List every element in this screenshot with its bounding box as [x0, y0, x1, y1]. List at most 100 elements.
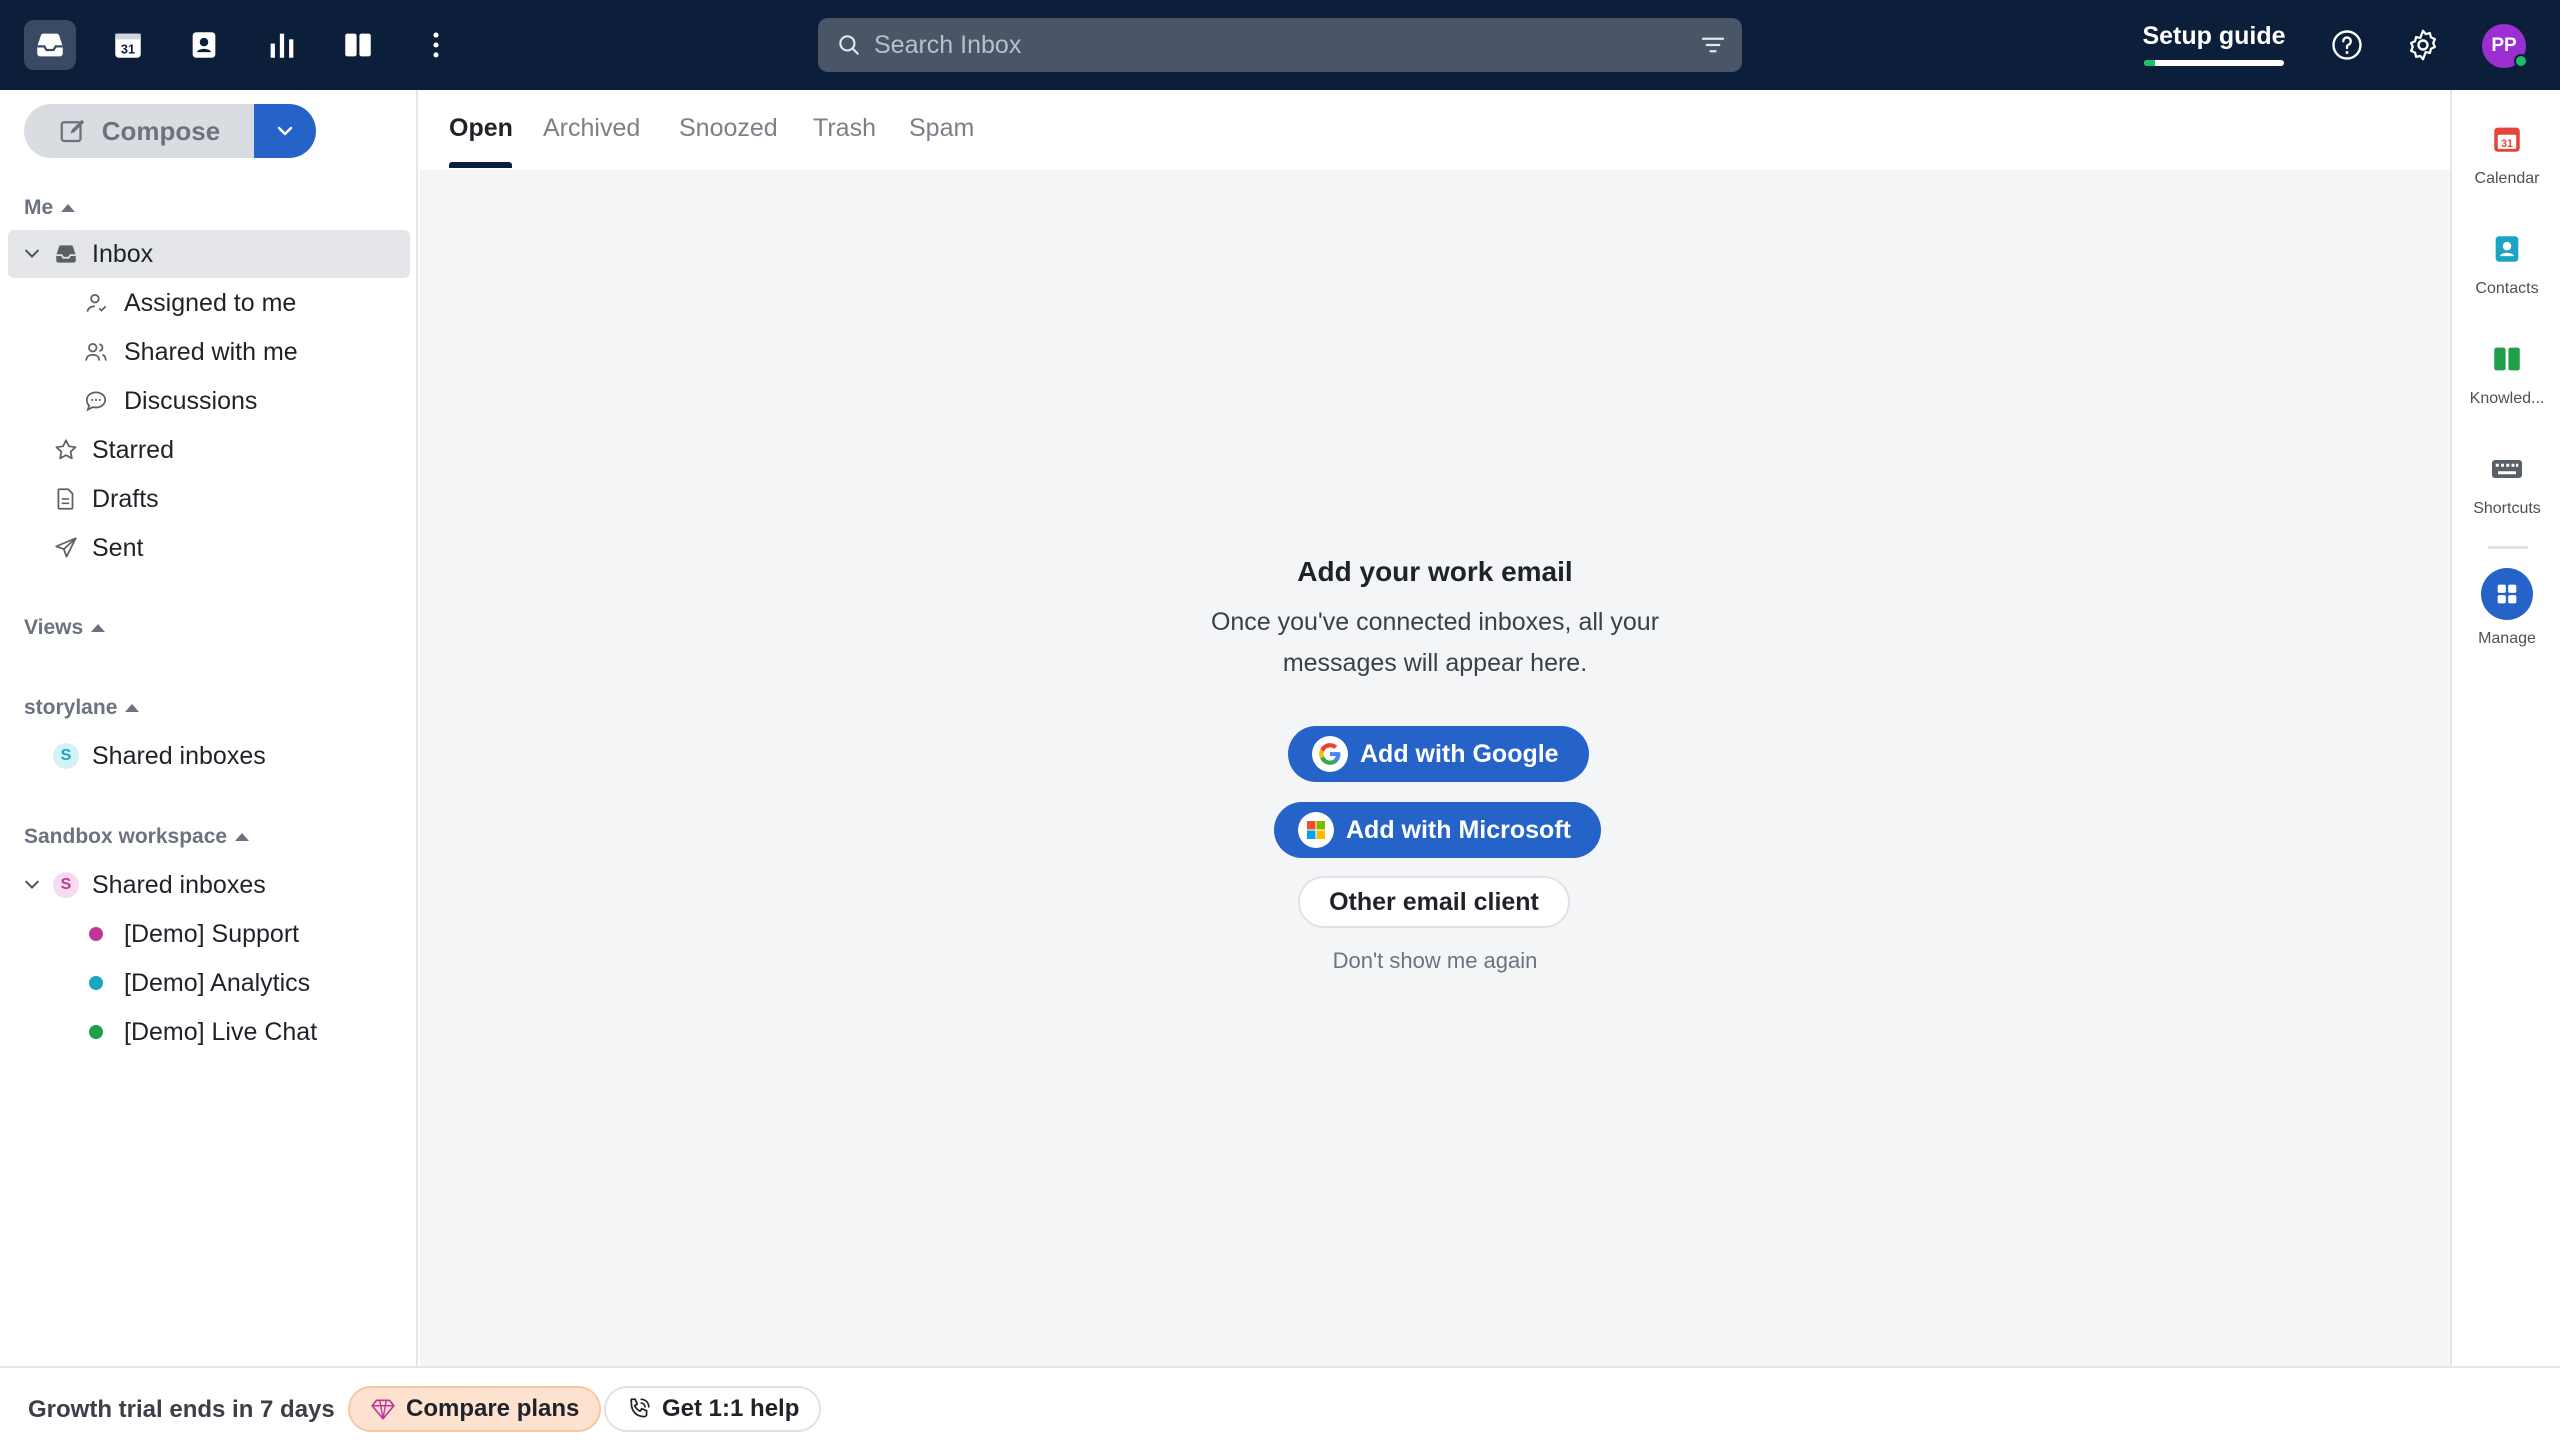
- setup-guide-progress-fill: [2144, 60, 2156, 66]
- sidebar-item-demo-analytics[interactable]: [Demo] Analytics: [8, 959, 410, 1007]
- sidebar-item-demo-live-chat[interactable]: [Demo] Live Chat: [8, 1008, 410, 1056]
- sidebar-item-assigned-to-me[interactable]: Assigned to me: [8, 279, 410, 327]
- sidebar-item-inbox[interactable]: Inbox: [8, 230, 410, 278]
- calendar-icon: 31: [2488, 120, 2526, 158]
- setup-guide-link[interactable]: Setup guide: [2142, 22, 2286, 51]
- caret-up-icon: [235, 833, 250, 841]
- compose-options-button[interactable]: [254, 104, 316, 158]
- mail-tabs: Open Archived Snoozed Trash Spam: [420, 90, 2450, 170]
- section-storylane[interactable]: storylane: [24, 696, 140, 720]
- compare-plans-label: Compare plans: [406, 1395, 580, 1422]
- analytics-app-button[interactable]: [256, 20, 308, 70]
- rail-contacts-label: Contacts: [2475, 280, 2539, 297]
- chevron-down-icon[interactable]: [22, 244, 42, 264]
- more-apps-button[interactable]: [410, 20, 462, 70]
- workspace-badge-icon: S: [52, 742, 80, 770]
- add-with-microsoft-label: Add with Microsoft: [1346, 815, 1571, 844]
- section-me[interactable]: Me: [24, 196, 76, 220]
- help-icon: [2332, 30, 2362, 60]
- contacts-app-button[interactable]: [178, 20, 230, 70]
- workspace-badge-icon: S: [52, 871, 80, 899]
- tab-spam[interactable]: Spam: [909, 114, 974, 143]
- rail-calendar-label: Calendar: [2474, 170, 2540, 187]
- chevron-down-icon[interactable]: [22, 875, 42, 895]
- tab-open[interactable]: Open: [449, 114, 513, 143]
- rail-knowledge-button[interactable]: Knowled...: [2452, 332, 2560, 422]
- other-email-client-button[interactable]: Other email client: [1298, 876, 1570, 928]
- inbox-color-dot: [82, 920, 110, 948]
- calendar-app-date: 31: [121, 42, 135, 57]
- tab-archived[interactable]: Archived: [543, 114, 640, 143]
- empty-state-title: Add your work email: [1297, 556, 1573, 587]
- rail-contacts-button[interactable]: Contacts: [2452, 222, 2560, 312]
- sidebar-item-starred[interactable]: Starred: [8, 426, 410, 474]
- rail-manage-label: Manage: [2478, 630, 2536, 647]
- compose-label: Compose: [101, 115, 221, 146]
- inbox-app-button[interactable]: [24, 20, 76, 70]
- get-help-button[interactable]: Get 1:1 help: [604, 1386, 822, 1432]
- section-storylane-label: storylane: [24, 696, 118, 719]
- sidebar-item-demo-support[interactable]: [Demo] Support: [8, 910, 410, 958]
- diamond-icon: [371, 1399, 395, 1420]
- keyboard-icon: [2488, 450, 2526, 488]
- add-with-microsoft-button[interactable]: Add with Microsoft: [1274, 802, 1601, 858]
- inbox-color-dot: [82, 969, 110, 997]
- compare-plans-button[interactable]: Compare plans: [348, 1386, 602, 1432]
- tab-snoozed[interactable]: Snoozed: [679, 114, 778, 143]
- caret-up-icon: [61, 204, 76, 212]
- add-with-google-label: Add with Google: [1360, 739, 1559, 768]
- document-icon: [52, 485, 80, 513]
- sidebar-item-label: Starred: [92, 435, 174, 464]
- rail-calendar-button[interactable]: 31 Calendar: [2452, 112, 2560, 202]
- knowledge-app-button[interactable]: [332, 20, 384, 70]
- rail-divider: [2488, 546, 2528, 549]
- search-icon: [839, 35, 859, 55]
- section-me-label: Me: [24, 196, 54, 219]
- inbox-color-dot: [82, 1018, 110, 1046]
- sidebar-item-discussions[interactable]: Discussions: [8, 377, 410, 425]
- compose-icon: [60, 119, 85, 143]
- chevron-down-icon: [277, 126, 293, 136]
- search-input[interactable]: [874, 30, 1654, 60]
- sidebar-item-storylane-shared-inboxes[interactable]: S Shared inboxes: [8, 732, 410, 780]
- search-bar[interactable]: [818, 18, 1742, 72]
- sidebar-item-drafts[interactable]: Drafts: [8, 475, 410, 523]
- calendar-icon: 31: [115, 33, 141, 58]
- microsoft-icon: [1298, 812, 1334, 848]
- calendar-app-button[interactable]: 31: [102, 20, 154, 70]
- online-status-dot: [2514, 54, 2528, 68]
- google-icon: [1312, 736, 1348, 772]
- sidebar-item-label: Shared inboxes: [92, 870, 266, 899]
- help-button[interactable]: [2324, 22, 2370, 68]
- setup-guide-progress: [2144, 60, 2284, 66]
- rail-manage-button[interactable]: Manage: [2452, 568, 2560, 658]
- section-sandbox-label: Sandbox workspace: [24, 825, 228, 848]
- section-sandbox-workspace[interactable]: Sandbox workspace: [24, 825, 250, 849]
- active-tab-indicator: [449, 162, 512, 168]
- get-help-label: Get 1:1 help: [662, 1395, 800, 1422]
- gear-icon: [2410, 29, 2436, 61]
- compose-button[interactable]: Compose: [24, 104, 254, 158]
- settings-button[interactable]: [2400, 22, 2446, 68]
- top-bar: 31 Setup guide PP: [0, 0, 2560, 90]
- sidebar-item-label: [Demo] Live Chat: [124, 1017, 318, 1046]
- section-views[interactable]: Views: [24, 616, 106, 640]
- rail-shortcuts-button[interactable]: Shortcuts: [2452, 442, 2560, 532]
- add-with-google-button[interactable]: Add with Google: [1288, 726, 1589, 782]
- sidebar-item-sandbox-shared-inboxes[interactable]: S Shared inboxes: [8, 861, 410, 909]
- sidebar-item-sent[interactable]: Sent: [8, 524, 410, 572]
- phone-icon: [630, 1398, 650, 1418]
- dont-show-again-link[interactable]: Don't show me again: [420, 948, 2450, 974]
- sidebar-item-label: Shared with me: [124, 337, 298, 366]
- dont-show-again-label[interactable]: Don't show me again: [1333, 948, 1538, 973]
- tab-trash[interactable]: Trash: [813, 114, 876, 143]
- send-icon: [52, 534, 80, 562]
- filter-icon[interactable]: [1698, 30, 1728, 60]
- sidebar-item-label: [Demo] Analytics: [124, 968, 311, 997]
- rail-calendar-date: 31: [2501, 138, 2513, 150]
- trial-bar: Growth trial ends in 7 days Compare plan…: [0, 1366, 2560, 1448]
- more-vertical-icon: [433, 32, 439, 58]
- sidebar-item-shared-with-me[interactable]: Shared with me: [8, 328, 410, 376]
- inbox-icon: [52, 240, 80, 268]
- people-icon: [82, 338, 110, 366]
